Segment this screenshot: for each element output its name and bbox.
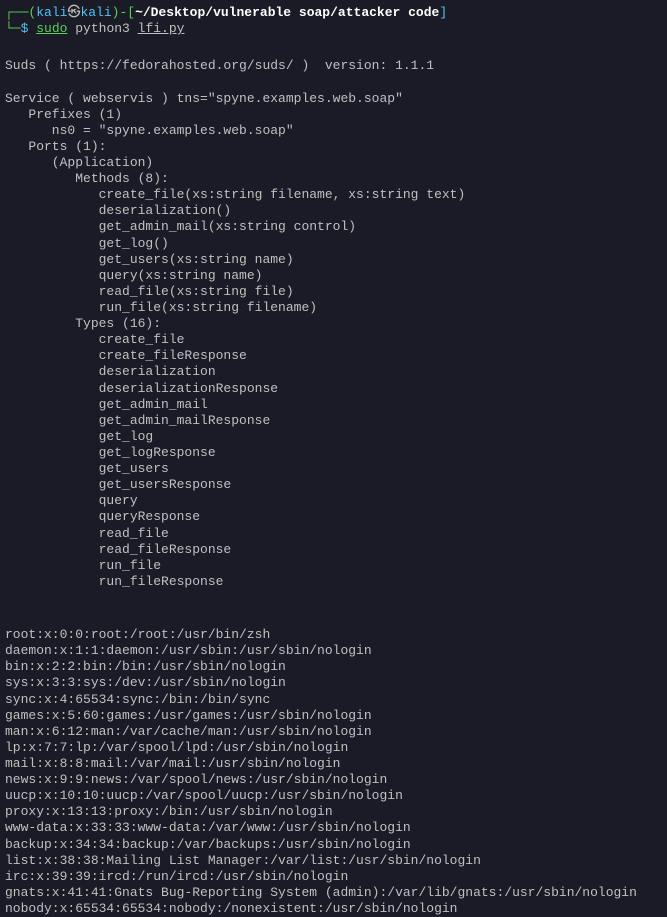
- cmd-sudo: sudo: [36, 21, 67, 36]
- cmd-script: lfi.py: [138, 21, 185, 36]
- prompt-line-2[interactable]: └─$ sudo python3 lfi.py: [5, 21, 662, 37]
- prompt-open: ┌──(: [5, 5, 36, 20]
- prompt-corner: └─: [5, 21, 21, 36]
- prompt-close-bracket: ]: [439, 5, 447, 20]
- prompt-dollar: $: [21, 21, 37, 36]
- prompt-close-paren: )-[: [112, 5, 135, 20]
- prompt-host: kali: [80, 5, 111, 20]
- prompt-line-1: ┌──(kali㉿kali)-[~/Desktop/vulnerable soa…: [5, 5, 662, 21]
- prompt-user: kali: [36, 5, 67, 20]
- prompt-path: ~/Desktop/vulnerable soap/attacker code: [135, 5, 439, 20]
- passwd-output: root:x:0:0:root:/root:/usr/bin/zsh daemo…: [5, 611, 662, 917]
- prompt-separator: ㉿: [67, 5, 80, 20]
- suds-output: Suds ( https://fedorahosted.org/suds/ ) …: [5, 42, 662, 606]
- cmd-python: python3: [67, 21, 137, 36]
